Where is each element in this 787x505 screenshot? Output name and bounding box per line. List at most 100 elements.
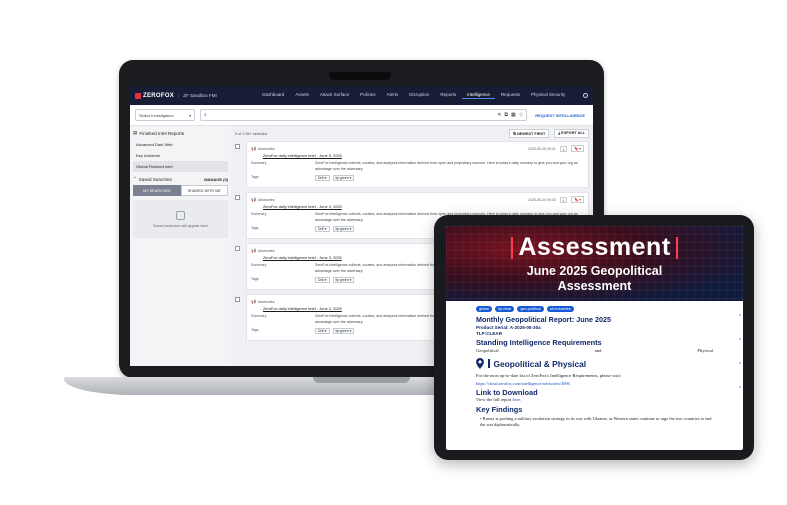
tablet-screen: Assessment June 2025 Geopolitical Assess…	[446, 226, 743, 450]
sidebar-item-key-incidents[interactable]: Key Incidents	[133, 150, 228, 161]
card-title-link[interactable]: ZeroFox daily intelligence brief - June …	[263, 153, 584, 158]
search-bar: ⌕ ✕ ⧉ ▦ ☆	[200, 109, 528, 121]
manage-button[interactable]: MANAGE (0)	[204, 177, 228, 182]
export-all-button[interactable]: ⤓ EXPORT ALL	[554, 129, 589, 138]
sidebar-title: Finished Intel Reports	[139, 130, 185, 136]
sir-right: Physical	[697, 348, 713, 353]
chip-global[interactable]: global	[476, 306, 493, 312]
tags-label: Tags	[251, 328, 259, 332]
marker	[739, 362, 741, 364]
sidebar-item-advanced-dark-web[interactable]: Advanced Dark Web	[133, 139, 228, 150]
card-title-link[interactable]: ZeroFox daily intelligence brief - June …	[263, 204, 584, 209]
laptop-opening-notch	[313, 377, 410, 383]
selection-count: 0 of 2.5k+ selected	[235, 131, 267, 136]
sir-left: Geopolitical	[476, 348, 499, 353]
nav-item[interactable]: Reports	[435, 92, 462, 99]
tab-my-searches[interactable]: MY SEARCHES	[133, 185, 181, 196]
tag-chip[interactable]: tlp:green ▾	[332, 277, 355, 283]
nav-item[interactable]: Policies	[355, 92, 382, 99]
nav-item[interactable]: Attack Surface	[314, 92, 354, 99]
select-checkbox[interactable]	[235, 144, 240, 149]
nav-item[interactable]: Requests	[495, 92, 525, 99]
map-pin-icon	[476, 358, 484, 369]
chevron-up-icon[interactable]: ⌃	[133, 176, 137, 182]
requirements-paragraph: For the most up-to-date list of ZeroFox'…	[476, 373, 622, 378]
tags-label: Tags	[251, 226, 259, 230]
tenant-name[interactable]: ZF Sandbox FMI	[183, 93, 217, 98]
chip-geo-political[interactable]: geo-political	[517, 306, 544, 312]
banner-title: Assessment	[511, 233, 678, 262]
tag-chip[interactable]: Drill ▾	[315, 277, 330, 283]
zerofox-logo[interactable]: ZEROFOX	[135, 92, 174, 99]
sidebar-item-global-finished-intel[interactable]: Global Finished Intel	[133, 161, 228, 172]
tag-chip[interactable]: tlp:green ▾	[332, 175, 355, 181]
select-label: Select Investigation	[139, 112, 174, 118]
accent-bar	[675, 236, 678, 259]
summary-label: Summary	[251, 263, 267, 267]
report-banner: Assessment June 2025 Geopolitical Assess…	[446, 226, 743, 301]
download-icon[interactable]: ⤓	[559, 196, 568, 203]
top-navigation: ZEROFOX | ZF Sandbox FMI Dashboard Assets…	[130, 86, 593, 105]
tlp-label: TLP:CLEAR	[476, 331, 503, 336]
nav-item[interactable]: Dashboard	[257, 92, 290, 99]
select-checkbox[interactable]	[235, 297, 240, 302]
tag-chip[interactable]: Drill ▾	[315, 328, 330, 334]
results-actions: ⇅ NEWEST FIRST ⤓ EXPORT ALL	[508, 129, 589, 138]
tab-shared-with-me[interactable]: SHARED WITH ME	[180, 185, 228, 196]
fox-icon	[135, 92, 141, 99]
chip-all-industries[interactable]: all industries	[546, 306, 574, 312]
summary-label: Summary	[251, 161, 267, 165]
card-date: 2025-06-04 09:33	[528, 197, 556, 202]
bookmark-icon[interactable]: 🔖▾	[571, 145, 584, 152]
tag-list: Drill ▾ tlp:green ▾	[315, 226, 355, 232]
calendar-icon[interactable]: ▦	[511, 112, 516, 118]
nav-item[interactable]: Intelligence	[461, 92, 496, 99]
search-input[interactable]	[209, 111, 495, 119]
saved-search-tabs: MY SEARCHES SHARED WITH ME	[133, 185, 228, 196]
tag-chip[interactable]: Drill ▾	[315, 175, 330, 181]
clear-icon[interactable]: ✕	[497, 112, 501, 118]
tag-chip[interactable]: Drill ▾	[315, 226, 330, 232]
card-date: 2025-06-05 09:41	[528, 146, 556, 151]
laptop-camera-notch	[329, 72, 391, 80]
tag-text: tlp:green	[335, 329, 349, 333]
nav-item[interactable]: Disruption	[404, 92, 435, 99]
chip-tlp-clear[interactable]: tlp:clear	[495, 306, 515, 312]
tags-label: Tags	[251, 175, 259, 179]
card-type-label: Advisories	[257, 299, 275, 304]
result-card-body: 📢 Advisories 2025-06-05 09:41 ⤓ 🔖▾ ZeroFox da…	[246, 141, 589, 188]
marker	[739, 338, 741, 340]
sort-button[interactable]: ⇅ NEWEST FIRST	[508, 129, 550, 138]
select-checkbox[interactable]	[235, 195, 240, 200]
sir-mid: and	[594, 348, 602, 353]
nav-item[interactable]: Alerts	[381, 92, 404, 99]
megaphone-icon: 📢	[251, 299, 256, 304]
tag-chip[interactable]: tlp:green ▾	[332, 328, 355, 334]
report-title: Monthly Geopolitical Report: June 2025	[476, 315, 611, 324]
nav-item[interactable]: Assets	[290, 92, 315, 99]
gear-icon[interactable]	[583, 93, 588, 98]
sidebar-header: ▤ Finished Intel Reports	[133, 130, 228, 136]
copy-icon[interactable]: ⧉	[504, 112, 508, 118]
requirements-link[interactable]: https://cloud.zerofox.com/intelligence/a…	[476, 381, 713, 386]
request-intelligence-button[interactable]: REQUEST INTELLIGENCE	[532, 111, 588, 120]
tag-chip[interactable]: tlp:green ▾	[332, 226, 355, 232]
result-card[interactable]: 📢 Advisories 2025-06-05 09:41 ⤓ 🔖▾ ZeroFox da…	[235, 141, 589, 188]
key-findings-heading: Key Findings	[476, 405, 523, 414]
megaphone-icon: 📢	[251, 248, 256, 253]
sir-row: Geopolitical and Physical	[476, 348, 713, 353]
tag-list: Drill ▾ tlp:green ▾	[315, 328, 355, 334]
bookmark-icon[interactable]: 🔖▾	[571, 196, 584, 203]
nav-item[interactable]: Physical Security	[525, 92, 570, 99]
download-icon[interactable]: ⤓	[559, 145, 568, 152]
report-body: global tlp:clear geo-political all indus…	[446, 301, 743, 427]
card-header: 📢 Advisories 2025-06-04 09:33 ⤓ 🔖▾	[251, 196, 584, 203]
chevron-down-icon: ▾	[188, 112, 191, 118]
select-checkbox[interactable]	[235, 246, 240, 251]
tag-text: tlp:green	[335, 176, 349, 180]
investigation-select[interactable]: Select Investigation ▾	[135, 109, 195, 121]
megaphone-icon: 📢	[251, 146, 256, 151]
star-icon[interactable]: ☆	[519, 112, 523, 118]
results-header: 0 of 2.5k+ selected ⇅ NEWEST FIRST ⤓ EXP…	[235, 129, 589, 138]
summary-row: Summary ZeroFox Intelligence collects, cu…	[251, 161, 584, 172]
